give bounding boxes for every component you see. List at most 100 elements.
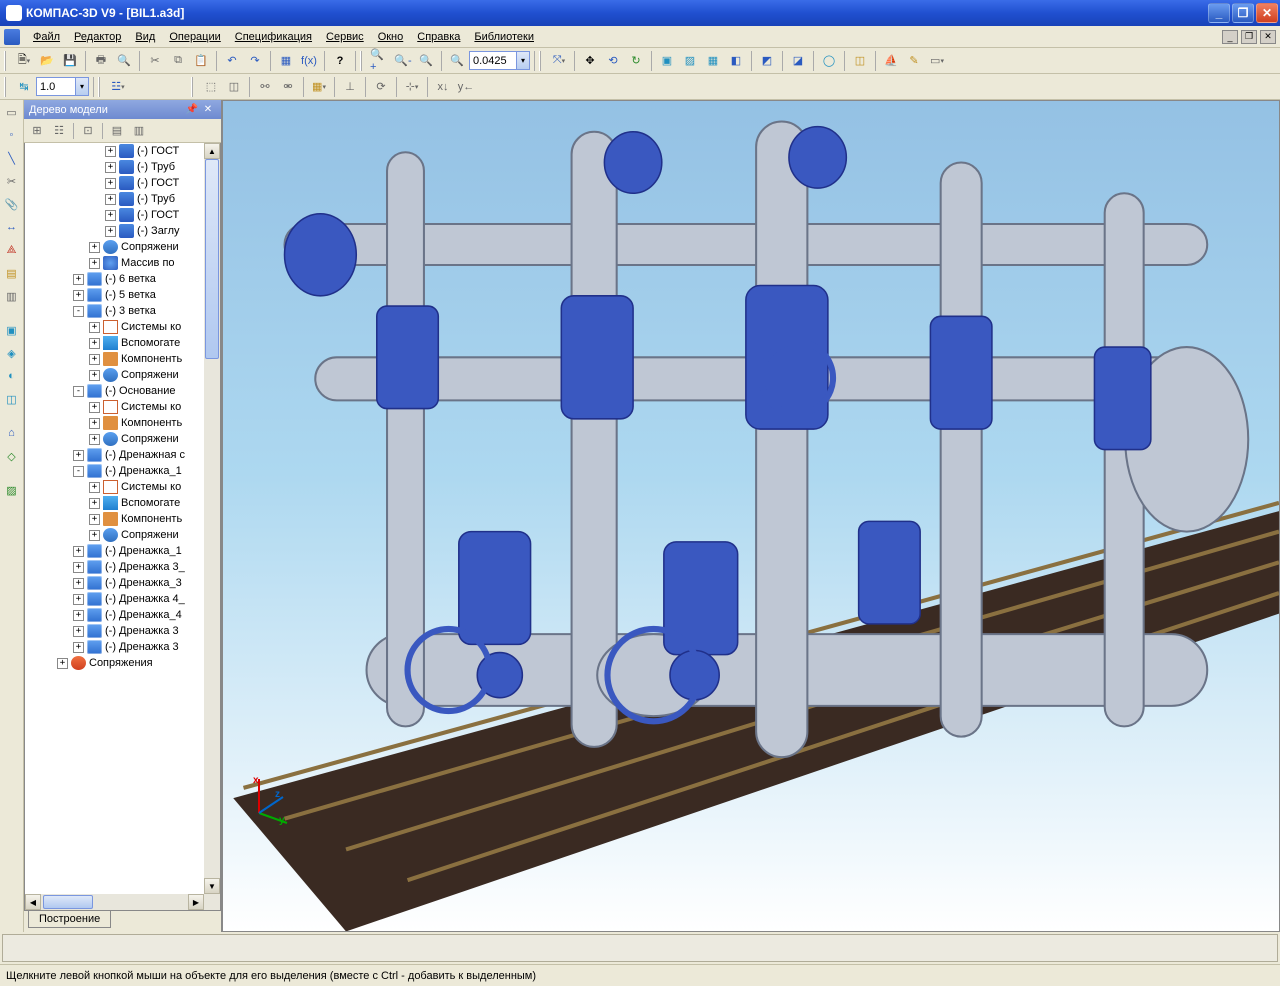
scroll-right-button[interactable]: ▶ xyxy=(188,894,204,910)
tree-horizontal-scrollbar[interactable]: ◀ ▶ xyxy=(25,894,204,910)
panel-feature4-icon[interactable]: ◫ xyxy=(2,389,22,409)
tree-view1-button[interactable]: ⊞ xyxy=(27,121,47,141)
scroll-down-button[interactable]: ▼ xyxy=(204,878,220,894)
zoom-combo[interactable]: ▾ xyxy=(469,51,530,70)
zoom-window-button[interactable]: 🔍 xyxy=(415,50,437,72)
menu-window[interactable]: Окно xyxy=(371,29,411,45)
tree-expand-button[interactable]: + xyxy=(89,322,100,333)
tree-node[interactable]: +(-) Дренажка 3_ xyxy=(25,559,204,575)
close-button[interactable]: ✕ xyxy=(1256,3,1278,23)
zoom-in-button[interactable]: 🔍+ xyxy=(369,50,391,72)
panel-select-icon[interactable]: ▭ xyxy=(2,102,22,122)
refresh-button[interactable]: ↻ xyxy=(625,50,647,72)
view-shaded-edges-button[interactable]: ◩ xyxy=(756,50,778,72)
tree-view5-button[interactable]: ▥ xyxy=(129,121,149,141)
viewport-3d[interactable]: x y z xyxy=(222,100,1280,932)
tree-node[interactable]: +(-) Труб xyxy=(25,191,204,207)
break-link-button[interactable]: ⚮ xyxy=(277,76,299,98)
maximize-button[interactable]: ❐ xyxy=(1232,3,1254,23)
tree-expand-button[interactable]: + xyxy=(105,162,116,173)
perspective-button[interactable]: ◪ xyxy=(787,50,809,72)
tree-expand-button[interactable]: + xyxy=(73,642,84,653)
tree-close-icon[interactable]: ✕ xyxy=(200,102,216,117)
scale-input[interactable] xyxy=(36,77,76,96)
step-button[interactable]: ↹ xyxy=(13,76,35,98)
selection-filter-button[interactable]: ☳▾ xyxy=(107,76,129,98)
new-document-button[interactable]: 🗎▾ xyxy=(13,50,35,72)
properties-button[interactable]: ▦ xyxy=(275,50,297,72)
tree-node[interactable]: +(-) ГОСТ xyxy=(25,175,204,191)
panel-filter-icon[interactable]: ✂ xyxy=(2,171,22,191)
tree-expand-button[interactable]: + xyxy=(89,370,100,381)
toolbar-grip[interactable] xyxy=(191,77,197,97)
tree-vertical-scrollbar[interactable]: ▲ ▼ xyxy=(204,143,220,894)
tree-node[interactable]: +Компоненть xyxy=(25,415,204,431)
view-hidden-button[interactable]: ▨ xyxy=(679,50,701,72)
tree-expand-button[interactable]: + xyxy=(73,274,84,285)
tree-node[interactable]: +Компоненть xyxy=(25,351,204,367)
mdi-restore-button[interactable]: ❐ xyxy=(1241,30,1257,44)
tree-expand-button[interactable]: + xyxy=(105,178,116,189)
cut-button[interactable]: ✂ xyxy=(144,50,166,72)
toolbar-grip[interactable] xyxy=(539,51,545,71)
tree-expand-button[interactable]: + xyxy=(73,594,84,605)
sketch-copy-button[interactable]: ◫ xyxy=(223,76,245,98)
menu-help[interactable]: Справка xyxy=(410,29,467,45)
tree-node[interactable]: +Сопряжения xyxy=(25,655,204,671)
ortho-button[interactable]: ⊥ xyxy=(339,76,361,98)
panel-point-icon[interactable]: ◦ xyxy=(2,125,22,145)
toolbar-grip[interactable] xyxy=(360,51,366,71)
section-button[interactable]: ◫ xyxy=(849,50,871,72)
tree-node[interactable]: +(-) Дренажка_3 xyxy=(25,575,204,591)
tree-expand-button[interactable]: + xyxy=(73,626,84,637)
tree-expand-button[interactable]: + xyxy=(89,258,100,269)
rebuild-button[interactable]: ⛵ xyxy=(880,50,902,72)
menu-specification[interactable]: Спецификация xyxy=(228,29,319,45)
tree-node[interactable]: +Вспомогате xyxy=(25,495,204,511)
panel-spec-icon[interactable]: ▤ xyxy=(2,263,22,283)
open-button[interactable]: 📂 xyxy=(36,50,58,72)
rotate-button[interactable]: ⟲ xyxy=(602,50,624,72)
tree-expand-button[interactable]: + xyxy=(105,226,116,237)
tree-expand-button[interactable]: + xyxy=(105,146,116,157)
tree-expand-button[interactable]: + xyxy=(73,450,84,461)
panel-feature3-icon[interactable]: ◐ xyxy=(2,366,22,386)
panel-line-icon[interactable]: ╲ xyxy=(2,148,22,168)
round-button[interactable]: ⟳ xyxy=(370,76,392,98)
tree-expand-button[interactable]: + xyxy=(89,530,100,541)
tree-node[interactable]: +Компоненть xyxy=(25,511,204,527)
tree-node[interactable]: -(-) 3 ветка xyxy=(25,303,204,319)
tree-expand-button[interactable]: + xyxy=(89,354,100,365)
zoom-fit-button[interactable]: 🔍 xyxy=(446,50,468,72)
view-shaded-button[interactable]: ◧ xyxy=(725,50,747,72)
panel-asm-icon[interactable]: ▨ xyxy=(2,480,22,500)
tree-expand-button[interactable]: - xyxy=(73,386,84,397)
tree-node[interactable]: +(-) Заглу xyxy=(25,223,204,239)
tree-node[interactable]: +(-) Дренажка 3 xyxy=(25,623,204,639)
panel-measure-icon[interactable]: ↔ xyxy=(2,217,22,237)
tree-expand-button[interactable]: - xyxy=(73,466,84,477)
simplify-button[interactable]: ◯ xyxy=(818,50,840,72)
tree-expand-button[interactable]: + xyxy=(73,290,84,301)
undo-button[interactable]: ↶ xyxy=(221,50,243,72)
copy-button[interactable]: ⧉ xyxy=(167,50,189,72)
tree-expand-button[interactable]: + xyxy=(73,578,84,589)
tree-node[interactable]: +(-) Дренажка_1 xyxy=(25,543,204,559)
redo-button[interactable]: ↷ xyxy=(244,50,266,72)
variables-button[interactable]: f(x) xyxy=(298,50,320,72)
zoom-out-button[interactable]: 🔍- xyxy=(392,50,414,72)
view-nohidden-button[interactable]: ▦ xyxy=(702,50,724,72)
tree-node[interactable]: +(-) Дренажка 3 xyxy=(25,639,204,655)
scroll-thumb-vertical[interactable] xyxy=(205,159,219,359)
scroll-thumb-horizontal[interactable] xyxy=(43,895,93,909)
link-button[interactable]: ⚯ xyxy=(254,76,276,98)
menu-operations[interactable]: Операции xyxy=(162,29,227,45)
new-drawing-button[interactable]: ▭▾ xyxy=(926,50,948,72)
tree-node[interactable]: -(-) Основание xyxy=(25,383,204,399)
toolbar-grip[interactable] xyxy=(4,77,10,97)
tree-pin-icon[interactable]: 📌 xyxy=(184,102,200,117)
tree-expand-button[interactable]: + xyxy=(105,194,116,205)
tree-node[interactable]: +Системы ко xyxy=(25,479,204,495)
tree-expand-button[interactable]: + xyxy=(57,658,68,669)
toolbar-grip[interactable] xyxy=(98,77,104,97)
